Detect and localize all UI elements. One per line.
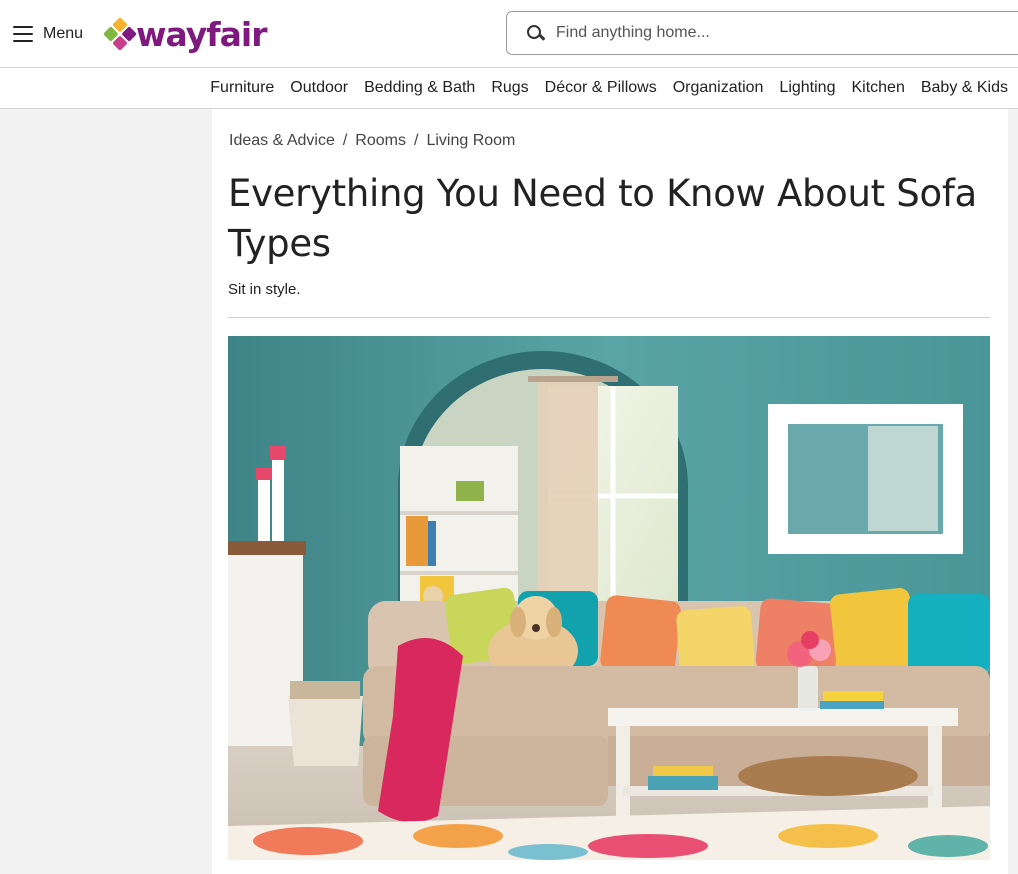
page-subtitle: Sit in style.	[228, 281, 301, 298]
nav-item-organization[interactable]: Organization	[673, 79, 764, 97]
category-nav: Furniture Outdoor Bedding & Bath Rugs Dé…	[0, 68, 1018, 109]
title-divider	[228, 317, 990, 318]
breadcrumb-rooms[interactable]: Rooms	[355, 132, 406, 150]
right-gutter	[1008, 109, 1018, 874]
breadcrumb-separator: /	[342, 132, 348, 149]
page-title: Everything You Need to Know About Sofa T…	[228, 172, 977, 265]
nav-item-lighting[interactable]: Lighting	[779, 79, 835, 97]
breadcrumb-ideas-advice[interactable]: Ideas & Advice	[229, 132, 335, 150]
nav-item-furniture[interactable]: Furniture	[210, 79, 274, 97]
nav-item-bedding-bath[interactable]: Bedding & Bath	[364, 79, 475, 97]
nav-item-baby-kids[interactable]: Baby & Kids	[921, 79, 1008, 97]
living-room-illustration	[228, 336, 990, 860]
menu-button[interactable]: Menu	[13, 21, 83, 47]
breadcrumb-living-room[interactable]: Living Room	[426, 132, 515, 150]
wayfair-logo[interactable]: wayfair	[103, 14, 267, 54]
hamburger-icon	[13, 26, 33, 42]
search-icon[interactable]	[527, 24, 544, 42]
nav-item-decor-pillows[interactable]: Décor & Pillows	[545, 79, 657, 97]
logo-text: wayfair	[136, 14, 267, 54]
breadcrumb-separator: /	[413, 132, 419, 149]
nav-item-rugs[interactable]: Rugs	[491, 79, 528, 97]
top-header: Menu wayfair	[0, 0, 1018, 68]
left-gutter	[0, 109, 212, 874]
menu-label: Menu	[43, 25, 84, 42]
search-box[interactable]	[506, 11, 1018, 55]
article-content: Ideas & Advice / Rooms / Living Room Eve…	[212, 109, 1008, 874]
nav-item-outdoor[interactable]: Outdoor	[290, 79, 348, 97]
hero-image	[228, 336, 990, 860]
logo-pinwheel-icon	[103, 17, 137, 51]
search-input[interactable]	[556, 24, 976, 42]
breadcrumb: Ideas & Advice / Rooms / Living Room	[229, 132, 515, 150]
nav-item-kitchen[interactable]: Kitchen	[851, 79, 904, 97]
